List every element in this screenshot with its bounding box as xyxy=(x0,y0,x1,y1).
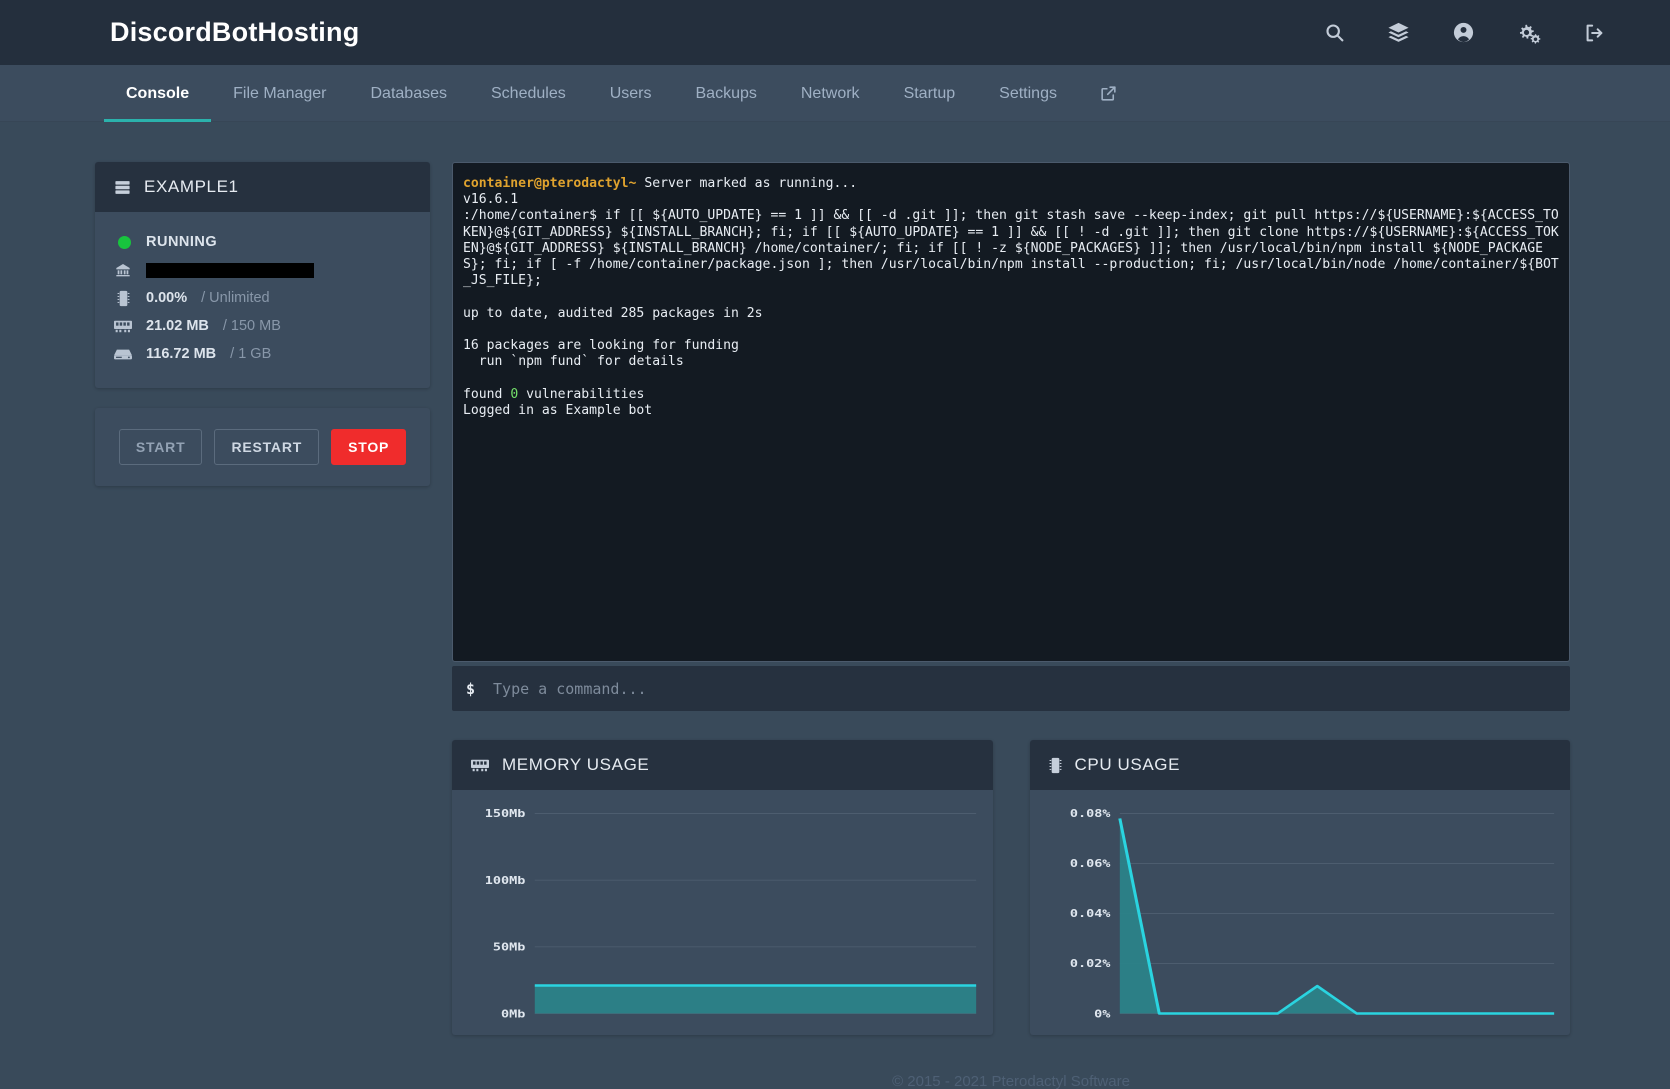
tab-databases[interactable]: Databases xyxy=(349,65,470,122)
console-text: container@pterodactyl~ Server marked as … xyxy=(463,176,1559,419)
graphs-row: MEMORY USAGE 150Mb 100Mb 50Mb 0Mb CPU USAGE… xyxy=(452,740,1570,1035)
tab-schedules[interactable]: Schedules xyxy=(469,65,588,122)
tab-network[interactable]: Network xyxy=(779,65,882,122)
page-content: EXAMPLE1 RUNNING 0.00% xyxy=(0,122,1670,1089)
status-dot-icon xyxy=(114,236,132,249)
tab-backups[interactable]: Backups xyxy=(674,65,779,122)
power-actions-card: START RESTART STOP xyxy=(95,408,430,486)
brand-logo[interactable]: DiscordBotHosting xyxy=(110,17,359,48)
logout-icon[interactable] xyxy=(1583,22,1605,44)
cpu-limit: / Unlimited xyxy=(201,290,270,306)
cpu-graph-title: CPU USAGE xyxy=(1075,755,1181,775)
status-badge: RUNNING xyxy=(146,234,217,250)
axis-tick-label: 0.04% xyxy=(1069,908,1110,920)
memory-value: 21.02 MB xyxy=(146,318,209,334)
tab-users[interactable]: Users xyxy=(588,65,674,122)
chart-area-fill xyxy=(1119,818,1553,1013)
memory-graph-header: MEMORY USAGE xyxy=(452,740,993,790)
disk-limit: / 1 GB xyxy=(230,346,271,362)
layers-icon[interactable] xyxy=(1387,21,1410,44)
cpu-usage-chart: 0.08% 0.06% 0.04% 0.02% 0% xyxy=(1040,806,1557,1021)
search-icon[interactable] xyxy=(1324,22,1345,43)
cpu-graph-header: CPU USAGE xyxy=(1030,740,1571,790)
tab-label: Settings xyxy=(999,85,1057,103)
tab-label: Backups xyxy=(696,85,757,103)
axis-tick-label: 50Mb xyxy=(493,941,525,953)
cpu-graph-body: 0.08% 0.06% 0.04% 0.02% 0% xyxy=(1030,790,1571,1035)
disk-row: 116.72 MB / 1 GB xyxy=(114,340,411,368)
tab-file-manager[interactable]: File Manager xyxy=(211,65,348,122)
restart-button[interactable]: RESTART xyxy=(214,429,319,465)
axis-tick-label: 150Mb xyxy=(485,808,526,820)
command-prompt-icon: $ xyxy=(466,680,475,698)
memory-graph-body: 150Mb 100Mb 50Mb 0Mb xyxy=(452,790,993,1035)
axis-tick-label: 0.02% xyxy=(1069,958,1110,970)
console-line-8: Logged in as Example bot xyxy=(463,403,652,418)
tab-label: Users xyxy=(610,85,652,103)
footer-text: © 2015 - 2021 Pterodactyl Software xyxy=(452,1035,1570,1089)
stop-button[interactable]: STOP xyxy=(331,429,406,465)
chart-area-fill xyxy=(535,985,976,1013)
tab-console[interactable]: Console xyxy=(104,65,211,122)
cogs-icon[interactable] xyxy=(1517,22,1541,44)
status-row: RUNNING xyxy=(114,228,411,256)
console-line-6: run `npm fund` for details xyxy=(463,354,684,369)
tab-label: Console xyxy=(126,85,189,103)
tab-label: Network xyxy=(801,85,860,103)
command-input[interactable] xyxy=(493,680,1556,698)
console-output[interactable]: container@pterodactyl~ Server marked as … xyxy=(452,162,1570,662)
server-card-header: EXAMPLE1 xyxy=(95,162,430,212)
disk-value: 116.72 MB xyxy=(146,346,216,362)
chart-line xyxy=(1119,818,1553,1013)
console-line-7-post: vulnerabilities xyxy=(518,387,644,402)
memory-usage-card: MEMORY USAGE 150Mb 100Mb 50Mb 0Mb xyxy=(452,740,993,1035)
server-info-card: EXAMPLE1 RUNNING 0.00% xyxy=(95,162,430,388)
server-sidebar: EXAMPLE1 RUNNING 0.00% xyxy=(95,162,430,486)
harddrive-icon xyxy=(114,348,132,361)
memory-icon xyxy=(114,320,132,333)
tab-startup[interactable]: Startup xyxy=(882,65,978,122)
network-icon xyxy=(114,262,132,278)
axis-tick-label: 100Mb xyxy=(485,874,526,886)
header-icon-group xyxy=(1324,21,1630,44)
main-navigation: Console File Manager Databases Schedules… xyxy=(0,65,1670,122)
cpu-value: 0.00% xyxy=(146,290,187,306)
axis-tick-label: 0.08% xyxy=(1069,808,1110,820)
tab-label: File Manager xyxy=(233,85,326,103)
console-line-1: Server marked as running... xyxy=(636,176,857,191)
console-prompt-user: container@pterodactyl~ xyxy=(463,176,636,191)
console-line-3: :/home/container$ if [[ ${AUTO_UPDATE} =… xyxy=(463,208,1559,288)
memory-row: 21.02 MB / 150 MB xyxy=(114,312,411,340)
cpu-row: 0.00% / Unlimited xyxy=(114,284,411,312)
server-name: EXAMPLE1 xyxy=(144,177,239,197)
tab-label: Startup xyxy=(904,85,956,103)
external-link-icon[interactable] xyxy=(1079,65,1138,122)
tab-settings[interactable]: Settings xyxy=(977,65,1079,122)
console-line-4: up to date, audited 285 packages in 2s xyxy=(463,306,763,321)
user-circle-icon[interactable] xyxy=(1452,21,1475,44)
axis-tick-label: 0Mb xyxy=(501,1008,525,1020)
tab-label: Databases xyxy=(371,85,448,103)
server-icon xyxy=(114,179,131,196)
tab-label: Schedules xyxy=(491,85,566,103)
server-stats-list: RUNNING 0.00% / Unlimited xyxy=(95,212,430,388)
memory-usage-chart: 150Mb 100Mb 50Mb 0Mb xyxy=(462,806,979,1021)
axis-tick-label: 0.06% xyxy=(1069,858,1110,870)
cpu-icon xyxy=(1049,757,1062,774)
top-header-bar: DiscordBotHosting xyxy=(0,0,1670,65)
address-row xyxy=(114,256,411,284)
memory-graph-title: MEMORY USAGE xyxy=(502,755,649,775)
axis-tick-label: 0% xyxy=(1094,1008,1111,1020)
start-button[interactable]: START xyxy=(119,429,203,465)
server-address-redacted xyxy=(146,263,314,278)
command-bar[interactable]: $ xyxy=(452,666,1570,711)
memory-limit: / 150 MB xyxy=(223,318,281,334)
console-line-2: v16.6.1 xyxy=(463,192,518,207)
console-line-7-pre: found xyxy=(463,387,510,402)
memory-icon xyxy=(471,759,489,772)
console-line-5: 16 packages are looking for funding xyxy=(463,338,739,353)
cpu-usage-card: CPU USAGE 0.08% 0.06% 0.04% 0.02% 0% xyxy=(1030,740,1571,1035)
console-column: container@pterodactyl~ Server marked as … xyxy=(452,162,1570,1089)
cpu-icon xyxy=(114,290,132,307)
